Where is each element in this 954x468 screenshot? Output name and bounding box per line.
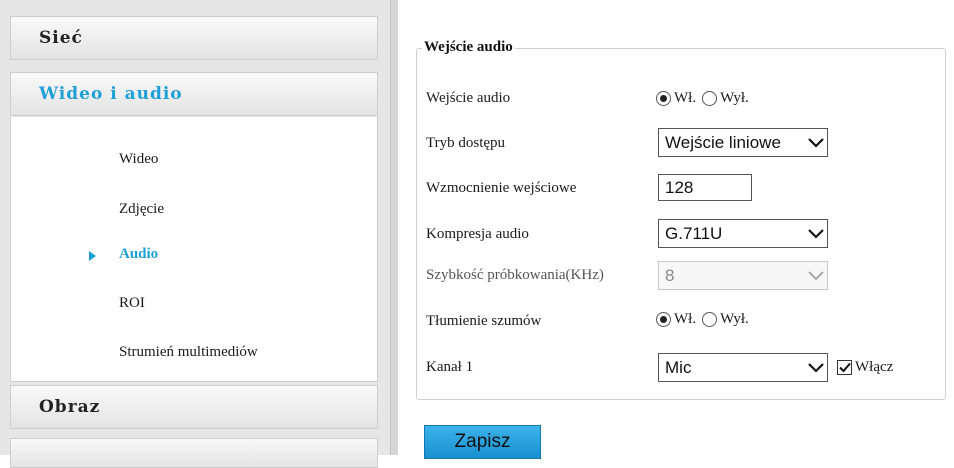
submenu-item-audio[interactable]: Audio <box>119 246 158 263</box>
audio-compression-label: Kompresja audio <box>426 226 529 242</box>
submenu-item-roi[interactable]: ROI <box>119 295 145 312</box>
audio-input-on-label: Wł. <box>674 90 697 106</box>
submenu-item-media-stream[interactable]: Strumień multimediów <box>119 344 258 361</box>
sampling-rate-select: 8 <box>658 261 828 290</box>
access-mode-select[interactable]: Wejście liniowe <box>658 128 828 157</box>
channel1-select[interactable]: Mic <box>658 353 828 382</box>
input-gain-label: Wzmocnienie wejściowe <box>426 180 577 196</box>
save-button-label: Zapisz <box>454 431 511 452</box>
access-mode-value: Wejście liniowe <box>665 132 781 152</box>
noise-suppression-off-label: Wył. <box>720 311 749 327</box>
noise-suppression-radio-group: Wł. Wył. <box>656 311 755 328</box>
menu-network[interactable]: Sieć <box>10 16 378 60</box>
chevron-down-icon <box>805 262 827 289</box>
fieldset-legend: Wejście audio <box>422 39 515 56</box>
input-gain-field[interactable] <box>658 174 752 201</box>
sidebar-divider <box>390 0 398 455</box>
sampling-rate-label: Szybkość próbkowania(KHz) <box>426 267 604 283</box>
audio-input-label: Wejście audio <box>426 90 511 106</box>
menu-image-label: Obraz <box>39 397 101 417</box>
noise-suppression-on-label: Wł. <box>674 311 697 327</box>
channel1-enable-checkbox[interactable] <box>837 360 852 375</box>
chevron-down-icon <box>805 220 827 247</box>
chevron-down-icon <box>805 354 827 381</box>
audio-input-off-radio[interactable] <box>702 91 718 106</box>
audio-compression-select[interactable]: G.711U <box>658 219 828 248</box>
sidebar: Sieć Wideo i audio Wideo Zdjęcie Audio R… <box>0 0 390 468</box>
main-panel: Wejście audio Wejście audio Wł. Wył. Try… <box>398 0 954 459</box>
access-mode-label: Tryb dostępu <box>426 135 506 151</box>
noise-suppression-off-radio[interactable] <box>702 312 718 327</box>
check-icon <box>838 362 851 373</box>
sampling-rate-value: 8 <box>665 265 675 285</box>
menu-network-label: Sieć <box>39 28 83 48</box>
menu-next-section[interactable] <box>10 438 378 468</box>
play-arrow-icon <box>89 251 96 261</box>
audio-compression-value: G.711U <box>665 223 723 243</box>
noise-suppression-label: Tłumienie szumów <box>426 313 542 329</box>
noise-suppression-on-radio[interactable] <box>656 312 671 327</box>
submenu-video-audio: Wideo Zdjęcie Audio ROI Strumień multime… <box>10 117 378 382</box>
submenu-item-video[interactable]: Wideo <box>119 151 158 168</box>
submenu-item-snapshot[interactable]: Zdjęcie <box>119 201 164 218</box>
channel1-enable-label: Włącz <box>855 359 894 375</box>
channel1-enable: Włącz <box>837 359 893 376</box>
chevron-down-icon <box>805 129 827 156</box>
audio-input-off-label: Wył. <box>720 90 749 106</box>
channel1-value: Mic <box>665 357 692 377</box>
channel1-label: Kanał 1 <box>426 359 474 375</box>
menu-video-audio[interactable]: Wideo i audio <box>10 72 378 116</box>
audio-input-radio-group: Wł. Wył. <box>656 90 755 107</box>
audio-input-on-radio[interactable] <box>656 91 671 106</box>
save-button[interactable]: Zapisz <box>424 425 541 459</box>
menu-video-audio-label: Wideo i audio <box>39 84 183 104</box>
menu-image[interactable]: Obraz <box>10 385 378 429</box>
